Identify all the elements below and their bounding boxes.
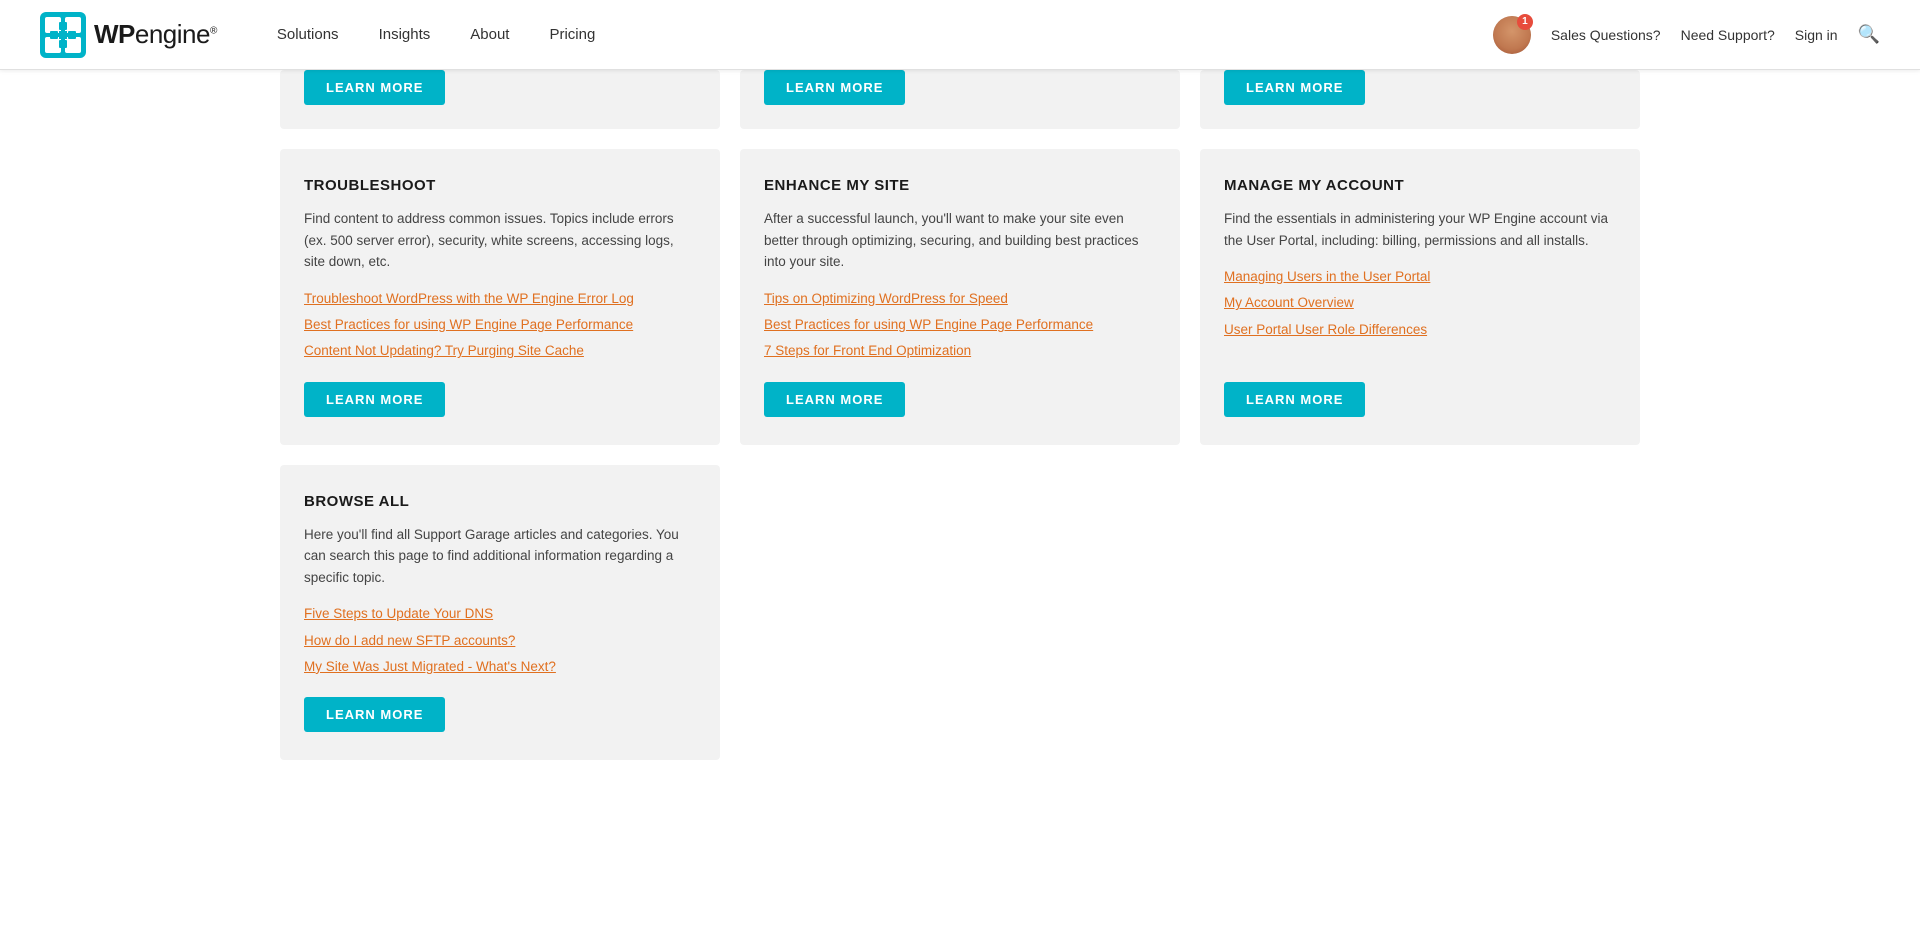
partial-card-1: LEARN MORE bbox=[280, 70, 720, 129]
manage-link-3[interactable]: User Portal User Role Differences bbox=[1224, 320, 1616, 340]
enhance-link-2[interactable]: Best Practices for using WP Engine Page … bbox=[764, 315, 1156, 335]
browse-link-1[interactable]: Five Steps to Update Your DNS bbox=[304, 604, 696, 624]
logo[interactable]: WPengine® bbox=[40, 12, 217, 58]
sign-in-link[interactable]: Sign in bbox=[1795, 27, 1838, 43]
manage-link-1[interactable]: Managing Users in the User Portal bbox=[1224, 267, 1616, 287]
header-right: 1 Sales Questions? Need Support? Sign in… bbox=[1493, 16, 1880, 54]
partial-card-row: LEARN MORE LEARN MORE LEARN MORE bbox=[280, 70, 1640, 129]
browse-all-learn-more[interactable]: LEARN MORE bbox=[304, 697, 445, 732]
troubleshoot-link-2[interactable]: Best Practices for using WP Engine Page … bbox=[304, 315, 696, 335]
nav-pricing[interactable]: Pricing bbox=[549, 26, 595, 43]
bottom-grid: BROWSE ALL Here you'll find all Support … bbox=[280, 465, 1640, 761]
enhance-learn-more[interactable]: LEARN MORE bbox=[764, 382, 905, 417]
troubleshoot-link-1[interactable]: Troubleshoot WordPress with the WP Engin… bbox=[304, 289, 696, 309]
troubleshoot-link-3[interactable]: Content Not Updating? Try Purging Site C… bbox=[304, 341, 696, 361]
enhance-title: ENHANCE MY SITE bbox=[764, 177, 1156, 194]
enhance-links: Tips on Optimizing WordPress for Speed B… bbox=[764, 289, 1156, 362]
enhance-card: ENHANCE MY SITE After a successful launc… bbox=[740, 149, 1180, 445]
manage-learn-more[interactable]: LEARN MORE bbox=[1224, 382, 1365, 417]
search-button[interactable]: 🔍 bbox=[1858, 24, 1880, 45]
manage-title: MANAGE MY ACCOUNT bbox=[1224, 177, 1616, 194]
troubleshoot-links: Troubleshoot WordPress with the WP Engin… bbox=[304, 289, 696, 362]
user-avatar-wrapper[interactable]: 1 bbox=[1493, 16, 1531, 54]
troubleshoot-desc: Find content to address common issues. T… bbox=[304, 208, 696, 273]
logo-wp: WP bbox=[94, 19, 135, 49]
browse-link-2[interactable]: How do I add new SFTP accounts? bbox=[304, 631, 696, 651]
browse-all-title: BROWSE ALL bbox=[304, 493, 696, 510]
partial-card-2: LEARN MORE bbox=[740, 70, 1180, 129]
browse-all-card: BROWSE ALL Here you'll find all Support … bbox=[280, 465, 720, 761]
troubleshoot-learn-more[interactable]: LEARN MORE bbox=[304, 382, 445, 417]
manage-desc: Find the essentials in administering you… bbox=[1224, 208, 1616, 251]
empty-cell-2 bbox=[740, 465, 1180, 761]
troubleshoot-card: TROUBLESHOOT Find content to address com… bbox=[280, 149, 720, 445]
browse-all-links: Five Steps to Update Your DNS How do I a… bbox=[304, 604, 696, 677]
need-support-link[interactable]: Need Support? bbox=[1681, 27, 1775, 43]
browse-link-3[interactable]: My Site Was Just Migrated - What's Next? bbox=[304, 657, 696, 677]
sales-questions-link[interactable]: Sales Questions? bbox=[1551, 27, 1661, 43]
site-header: WPengine® Solutions Insights About Prici… bbox=[0, 0, 1920, 70]
enhance-link-1[interactable]: Tips on Optimizing WordPress for Speed bbox=[764, 289, 1156, 309]
empty-cell-3 bbox=[1200, 465, 1640, 761]
logo-engine: engine bbox=[135, 19, 210, 49]
learn-more-btn-partial-2[interactable]: LEARN MORE bbox=[764, 70, 905, 105]
enhance-link-3[interactable]: 7 Steps for Front End Optimization bbox=[764, 341, 1156, 361]
main-nav: Solutions Insights About Pricing bbox=[277, 26, 1493, 43]
nav-solutions[interactable]: Solutions bbox=[277, 26, 339, 43]
partial-card-3: LEARN MORE bbox=[1200, 70, 1640, 129]
page-content: LEARN MORE LEARN MORE LEARN MORE TROUBLE… bbox=[0, 70, 1920, 760]
nav-about[interactable]: About bbox=[470, 26, 509, 43]
troubleshoot-title: TROUBLESHOOT bbox=[304, 177, 696, 194]
learn-more-btn-partial-3[interactable]: LEARN MORE bbox=[1224, 70, 1365, 105]
logo-tagline: ® bbox=[210, 25, 217, 36]
manage-card: MANAGE MY ACCOUNT Find the essentials in… bbox=[1200, 149, 1640, 445]
notification-badge: 1 bbox=[1517, 14, 1533, 30]
nav-insights[interactable]: Insights bbox=[379, 26, 431, 43]
main-cards-grid: TROUBLESHOOT Find content to address com… bbox=[280, 149, 1640, 445]
learn-more-btn-partial-1[interactable]: LEARN MORE bbox=[304, 70, 445, 105]
manage-links: Managing Users in the User Portal My Acc… bbox=[1224, 267, 1616, 361]
enhance-desc: After a successful launch, you'll want t… bbox=[764, 208, 1156, 273]
wpengine-logo-icon bbox=[40, 12, 86, 58]
manage-link-2[interactable]: My Account Overview bbox=[1224, 293, 1616, 313]
browse-all-desc: Here you'll find all Support Garage arti… bbox=[304, 524, 696, 589]
